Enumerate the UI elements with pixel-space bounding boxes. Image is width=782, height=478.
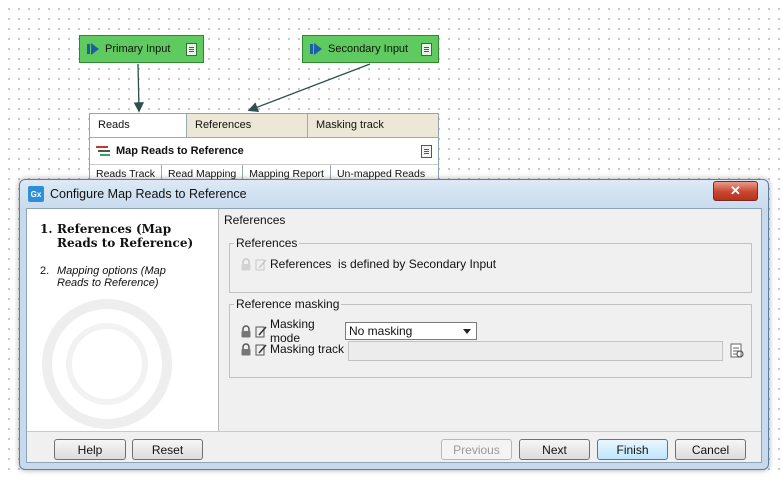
lock-icon (241, 257, 251, 270)
dna-watermark-icon (42, 299, 172, 429)
input-arrow-icon (310, 43, 322, 55)
tool-tab-references[interactable]: References (187, 114, 308, 137)
references-row: References is defined by Secondary Input (240, 257, 496, 271)
dialog-client: 1. References (Map Reads to Reference) 2… (26, 208, 762, 463)
masking-track-row: Masking track (240, 342, 344, 356)
map-reads-tool-node[interactable]: Reads References Masking track Map Reads… (89, 113, 439, 185)
app-icon: Gx (28, 186, 44, 202)
document-icon (421, 144, 432, 158)
finish-button[interactable]: Finish (597, 439, 668, 460)
previous-button[interactable]: Previous (441, 439, 512, 460)
tool-tab-reads[interactable]: Reads (90, 114, 187, 137)
close-button[interactable]: ✕ (713, 181, 758, 201)
section-title: References (224, 213, 286, 227)
step-number: 2. (40, 265, 50, 277)
masking-legend: Reference masking (234, 297, 342, 311)
step-label: Mapping options (Map Reads to Reference) (57, 265, 166, 289)
next-button[interactable]: Next (519, 439, 590, 460)
primary-input-node[interactable]: Primary Input (79, 35, 204, 63)
masking-track-label: Masking track (270, 342, 345, 356)
dialog-titlebar[interactable]: Gx Configure Map Reads to Reference ✕ (20, 180, 768, 208)
edit-icon[interactable] (255, 325, 267, 338)
references-legend: References (234, 236, 300, 250)
reset-button[interactable]: Reset (132, 439, 203, 460)
dialog-title: Configure Map Reads to Reference (50, 187, 247, 201)
masking-mode-value: No masking (349, 324, 413, 338)
browse-icon[interactable] (730, 343, 744, 359)
chevron-down-icon (463, 329, 471, 334)
wizard-steps-pane: 1. References (Map Reads to Reference) 2… (27, 209, 219, 431)
step-label: References (Map Reads to Reference) (57, 222, 194, 250)
primary-input-label: Primary Input (105, 43, 171, 55)
tool-input-tabs: Reads References Masking track (90, 114, 438, 138)
connector-secondary (247, 63, 371, 113)
configure-dialog: Gx Configure Map Reads to Reference ✕ 1.… (19, 179, 769, 470)
tool-tab-masking-track[interactable]: Masking track (308, 114, 438, 137)
secondary-input-node[interactable]: Secondary Input (302, 35, 439, 63)
document-icon (186, 42, 197, 56)
dialog-button-bar: Help Reset Previous Next Finish Cancel (27, 431, 761, 462)
tool-title: Map Reads to Reference (116, 145, 244, 157)
masking-track-field[interactable] (348, 341, 723, 361)
edit-icon (255, 259, 267, 270)
step-number: 1. (40, 222, 53, 236)
cancel-button[interactable]: Cancel (675, 439, 746, 460)
masking-mode-select[interactable]: No masking (345, 322, 477, 340)
edit-icon[interactable] (255, 343, 267, 356)
references-defined-text: References is defined by Secondary Input (270, 257, 497, 271)
wizard-step-2[interactable]: 2. Mapping options (Map Reads to Referen… (40, 265, 190, 289)
document-icon (421, 42, 432, 56)
masking-mode-label: Masking mode (270, 317, 315, 345)
reference-masking-group: Reference masking Masking mode No maskin… (229, 297, 752, 378)
input-arrow-icon (87, 43, 99, 55)
lock-icon[interactable] (240, 324, 252, 338)
wizard-step-1[interactable]: 1. References (Map Reads to Reference) (40, 222, 210, 250)
map-reads-icon (96, 146, 110, 156)
lock-icon[interactable] (240, 342, 252, 356)
wizard-content-pane: References References References is defi… (223, 209, 761, 431)
secondary-input-label: Secondary Input (328, 43, 409, 55)
references-group: References References is defined by Seco… (229, 236, 752, 293)
connector-primary (133, 63, 145, 113)
tool-title-row: Map Reads to Reference (90, 138, 438, 165)
help-button[interactable]: Help (54, 439, 126, 460)
